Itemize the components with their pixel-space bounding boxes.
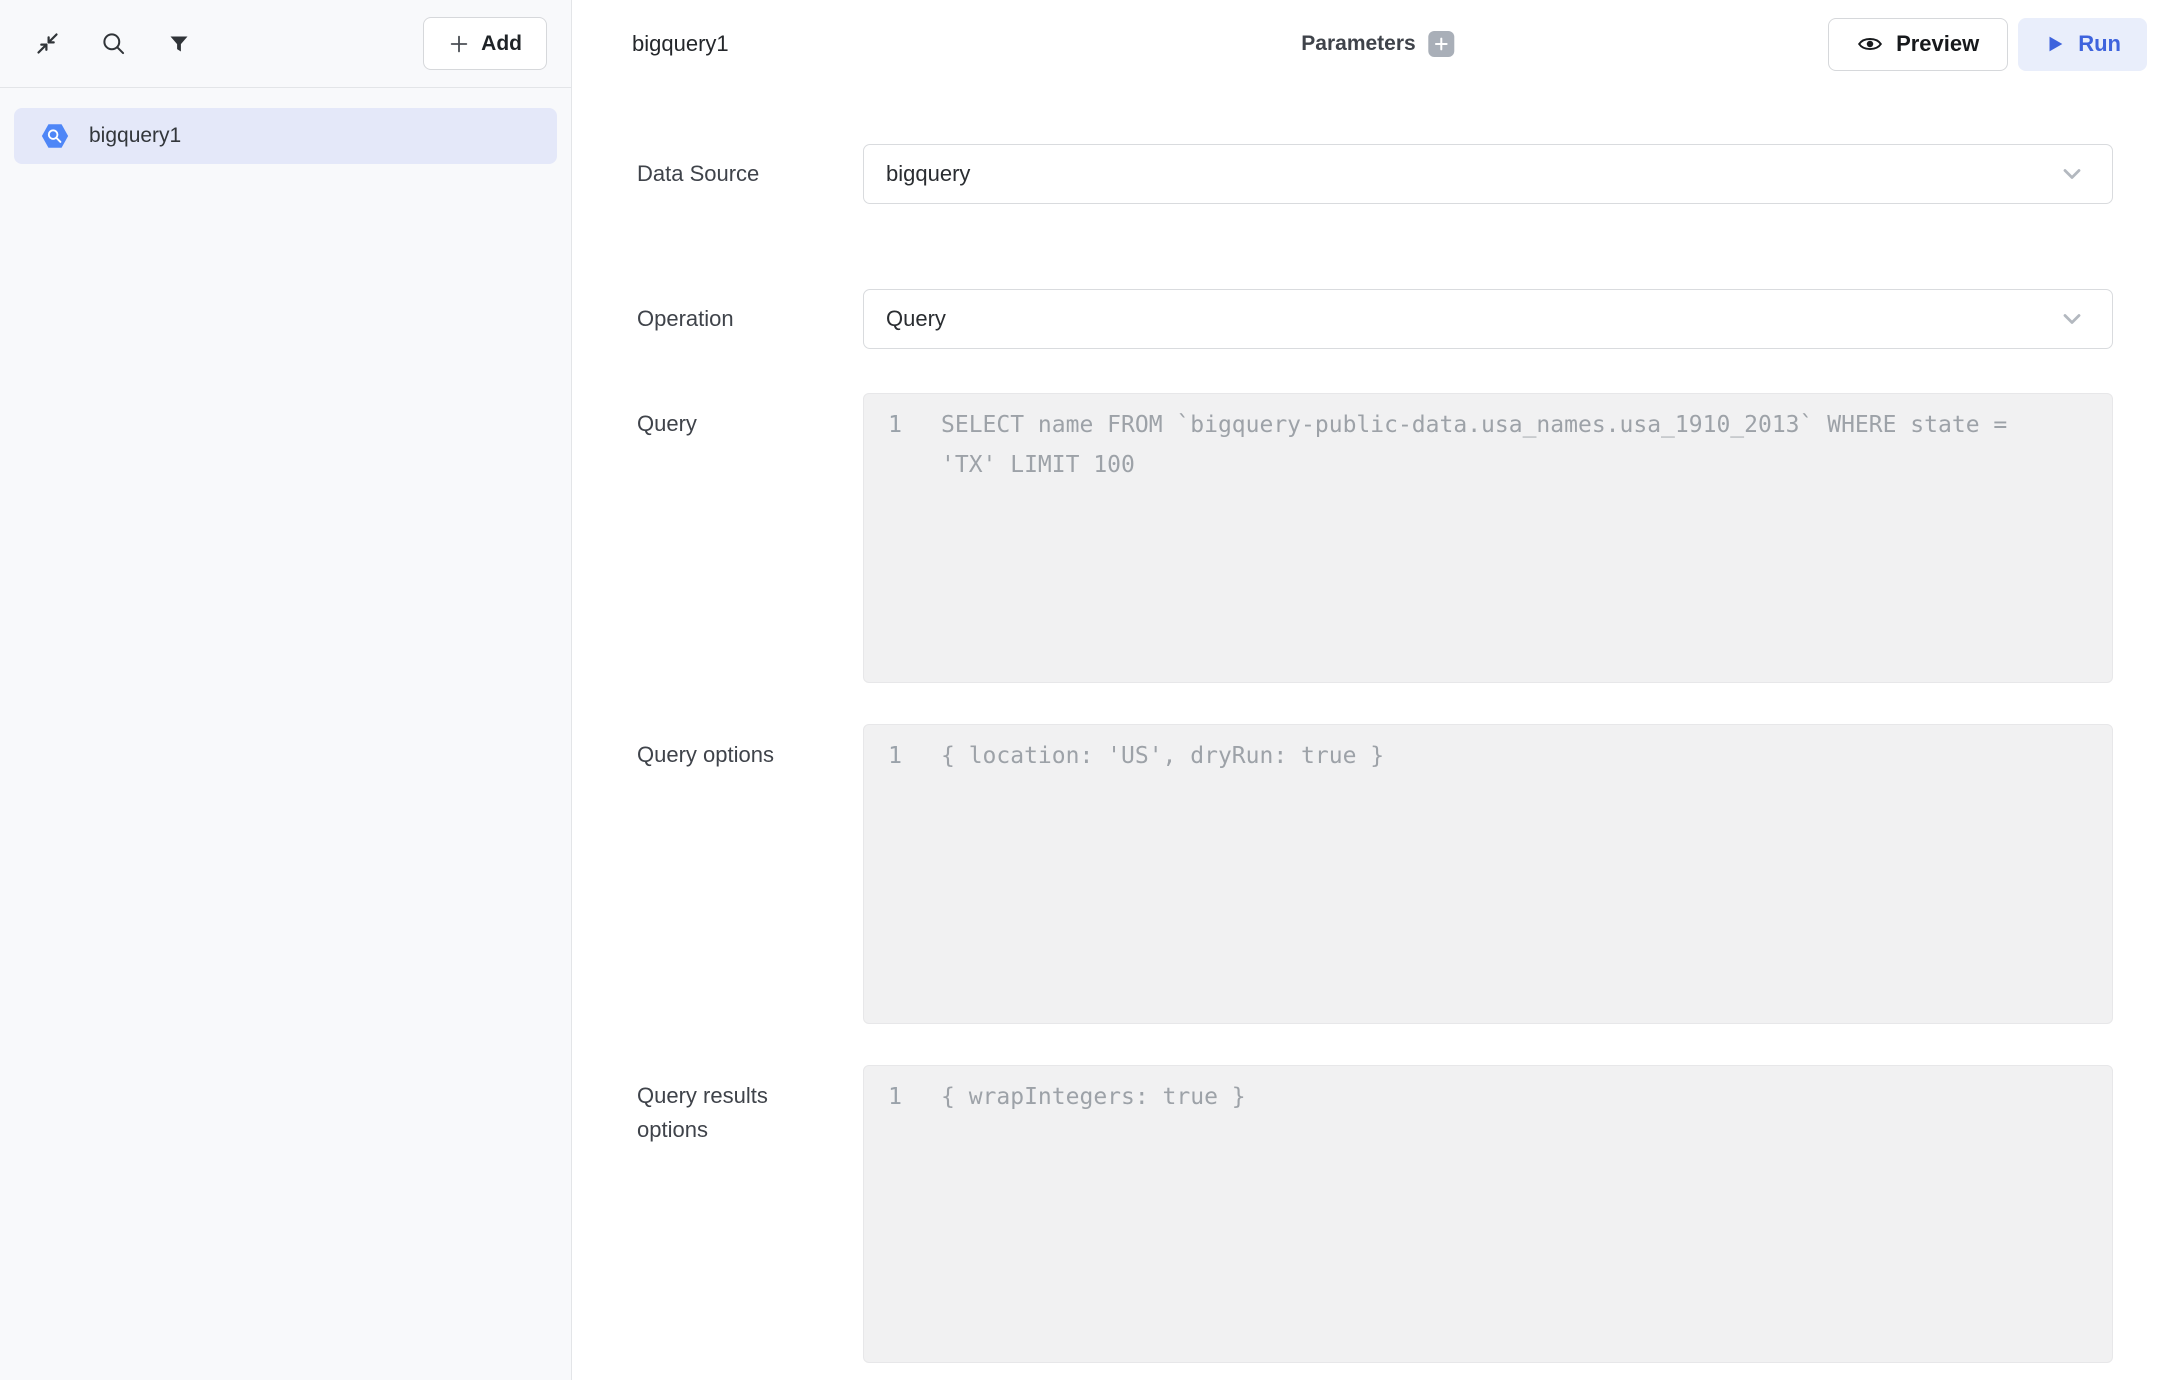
line-number: 1 (864, 1077, 926, 1117)
search-button[interactable] (94, 25, 132, 63)
query-results-options-label: Query results options (637, 1065, 863, 1147)
filter-icon (167, 32, 191, 56)
query-options-label: Query options (637, 724, 863, 772)
operation-row: Operation Query (637, 289, 2113, 349)
preview-button-label: Preview (1896, 31, 1979, 57)
query-options-placeholder-text: { location: 'US', dryRun: true } (941, 736, 1384, 776)
line-number: 1 (864, 736, 926, 776)
search-icon (100, 30, 127, 57)
filter-button[interactable] (160, 25, 198, 63)
add-parameter-button[interactable] (1429, 31, 1455, 57)
query-results-options-placeholder-text: { wrapIntegers: true } (941, 1077, 1246, 1117)
data-source-row: Data Source bigquery (637, 144, 2113, 204)
collapse-panel-button[interactable] (28, 25, 66, 63)
data-source-label: Data Source (637, 157, 863, 191)
plus-icon (448, 33, 470, 55)
data-source-value: bigquery (886, 161, 2058, 187)
add-query-button[interactable]: Add (423, 17, 547, 70)
operation-value: Query (886, 306, 2058, 332)
preview-button[interactable]: Preview (1828, 18, 2008, 71)
operation-label: Operation (637, 302, 863, 336)
chevron-down-icon (2058, 305, 2086, 333)
query-options-row: Query options 1 { location: 'US', dryRun… (637, 724, 2113, 1024)
run-button[interactable]: Run (2018, 18, 2147, 71)
parameters-label: Parameters (1301, 32, 1415, 56)
line-number: 1 (864, 405, 926, 445)
bigquery-icon (40, 121, 70, 151)
header-actions: Preview Run (1828, 18, 2147, 71)
query-title: bigquery1 (632, 31, 729, 57)
query-results-options-row: Query results options 1 { wrapIntegers: … (637, 1065, 2113, 1363)
query-form: Data Source bigquery Operation Query (572, 88, 2184, 1380)
query-list-item-bigquery1[interactable]: bigquery1 (14, 108, 557, 164)
query-list: bigquery1 (0, 88, 571, 184)
sidebar-toolbar: Add (0, 0, 571, 88)
app-root: Add bigquery1 bigquery1 Parameters (0, 0, 2184, 1380)
query-placeholder-text: SELECT name FROM `bigquery-public-data.u… (941, 405, 2026, 485)
add-button-label: Add (481, 32, 522, 56)
collapse-icon (34, 30, 61, 57)
parameters-section: Parameters (1301, 31, 1454, 57)
plus-icon (1434, 36, 1450, 52)
query-label: Query (637, 393, 863, 441)
query-code-editor[interactable]: 1 SELECT name FROM `bigquery-public-data… (863, 393, 2113, 683)
query-row: Query 1 SELECT name FROM `bigquery-publi… (637, 393, 2113, 683)
data-source-select[interactable]: bigquery (863, 144, 2113, 204)
eye-icon (1857, 31, 1883, 57)
run-button-label: Run (2078, 31, 2121, 57)
query-sidebar: Add bigquery1 (0, 0, 572, 1380)
query-results-options-editor[interactable]: 1 { wrapIntegers: true } (863, 1065, 2113, 1363)
query-options-editor[interactable]: 1 { location: 'US', dryRun: true } (863, 724, 2113, 1024)
chevron-down-icon (2058, 160, 2086, 188)
play-icon (2044, 33, 2066, 55)
query-item-label: bigquery1 (89, 124, 181, 148)
operation-select[interactable]: Query (863, 289, 2113, 349)
query-header: bigquery1 Parameters Preview (572, 0, 2184, 88)
query-editor-panel: bigquery1 Parameters Preview (572, 0, 2184, 1380)
